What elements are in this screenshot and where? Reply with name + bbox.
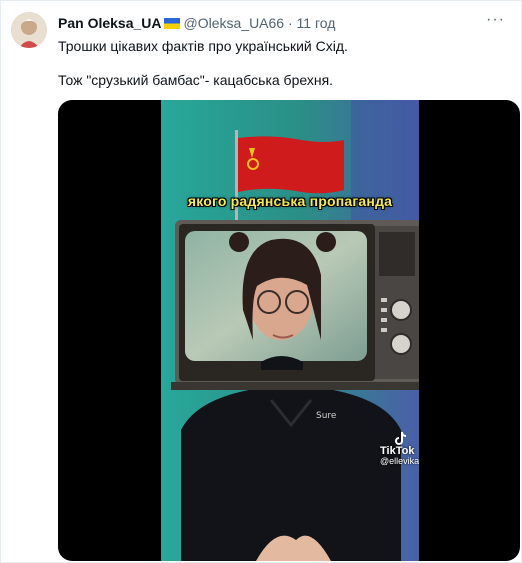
more-options-button[interactable]: ··· bbox=[486, 11, 505, 29]
video-caption: якого радянська пропаганда bbox=[187, 193, 393, 209]
tweet-header: Pan Oleksa_UA @Oleksa_UA66 · 11 год bbox=[58, 15, 335, 32]
svg-text:Sure: Sure bbox=[316, 411, 337, 421]
video-frame: Sure якого радянська пропаганда TikTok @… bbox=[161, 100, 419, 561]
video-player[interactable]: Sure якого радянська пропаганда TikTok @… bbox=[58, 100, 520, 561]
video-still-image: Sure bbox=[161, 100, 419, 561]
tweet-text-line-1: Трошки цікавих фактів про український Сх… bbox=[58, 38, 348, 54]
tweet-text-line-2: Тож "срузький бамбас"- кацабська брехня. bbox=[58, 72, 334, 88]
avatar-image bbox=[11, 12, 47, 48]
watermark-handle: @ellevika bbox=[380, 456, 419, 466]
timestamp[interactable]: 11 год bbox=[297, 15, 336, 31]
tweet-card[interactable]: Pan Oleksa_UA @Oleksa_UA66 · 11 год ··· Т… bbox=[0, 0, 522, 563]
watermark-brand: TikTok bbox=[380, 445, 415, 457]
user-handle[interactable]: @Oleksa_UA66 bbox=[184, 15, 285, 31]
tiktok-watermark: TikTok @ellevika bbox=[380, 445, 419, 467]
separator-dot: · bbox=[287, 15, 293, 31]
avatar[interactable] bbox=[11, 12, 47, 48]
display-name[interactable]: Pan Oleksa_UA bbox=[58, 15, 162, 31]
ukraine-flag-icon bbox=[163, 18, 180, 29]
